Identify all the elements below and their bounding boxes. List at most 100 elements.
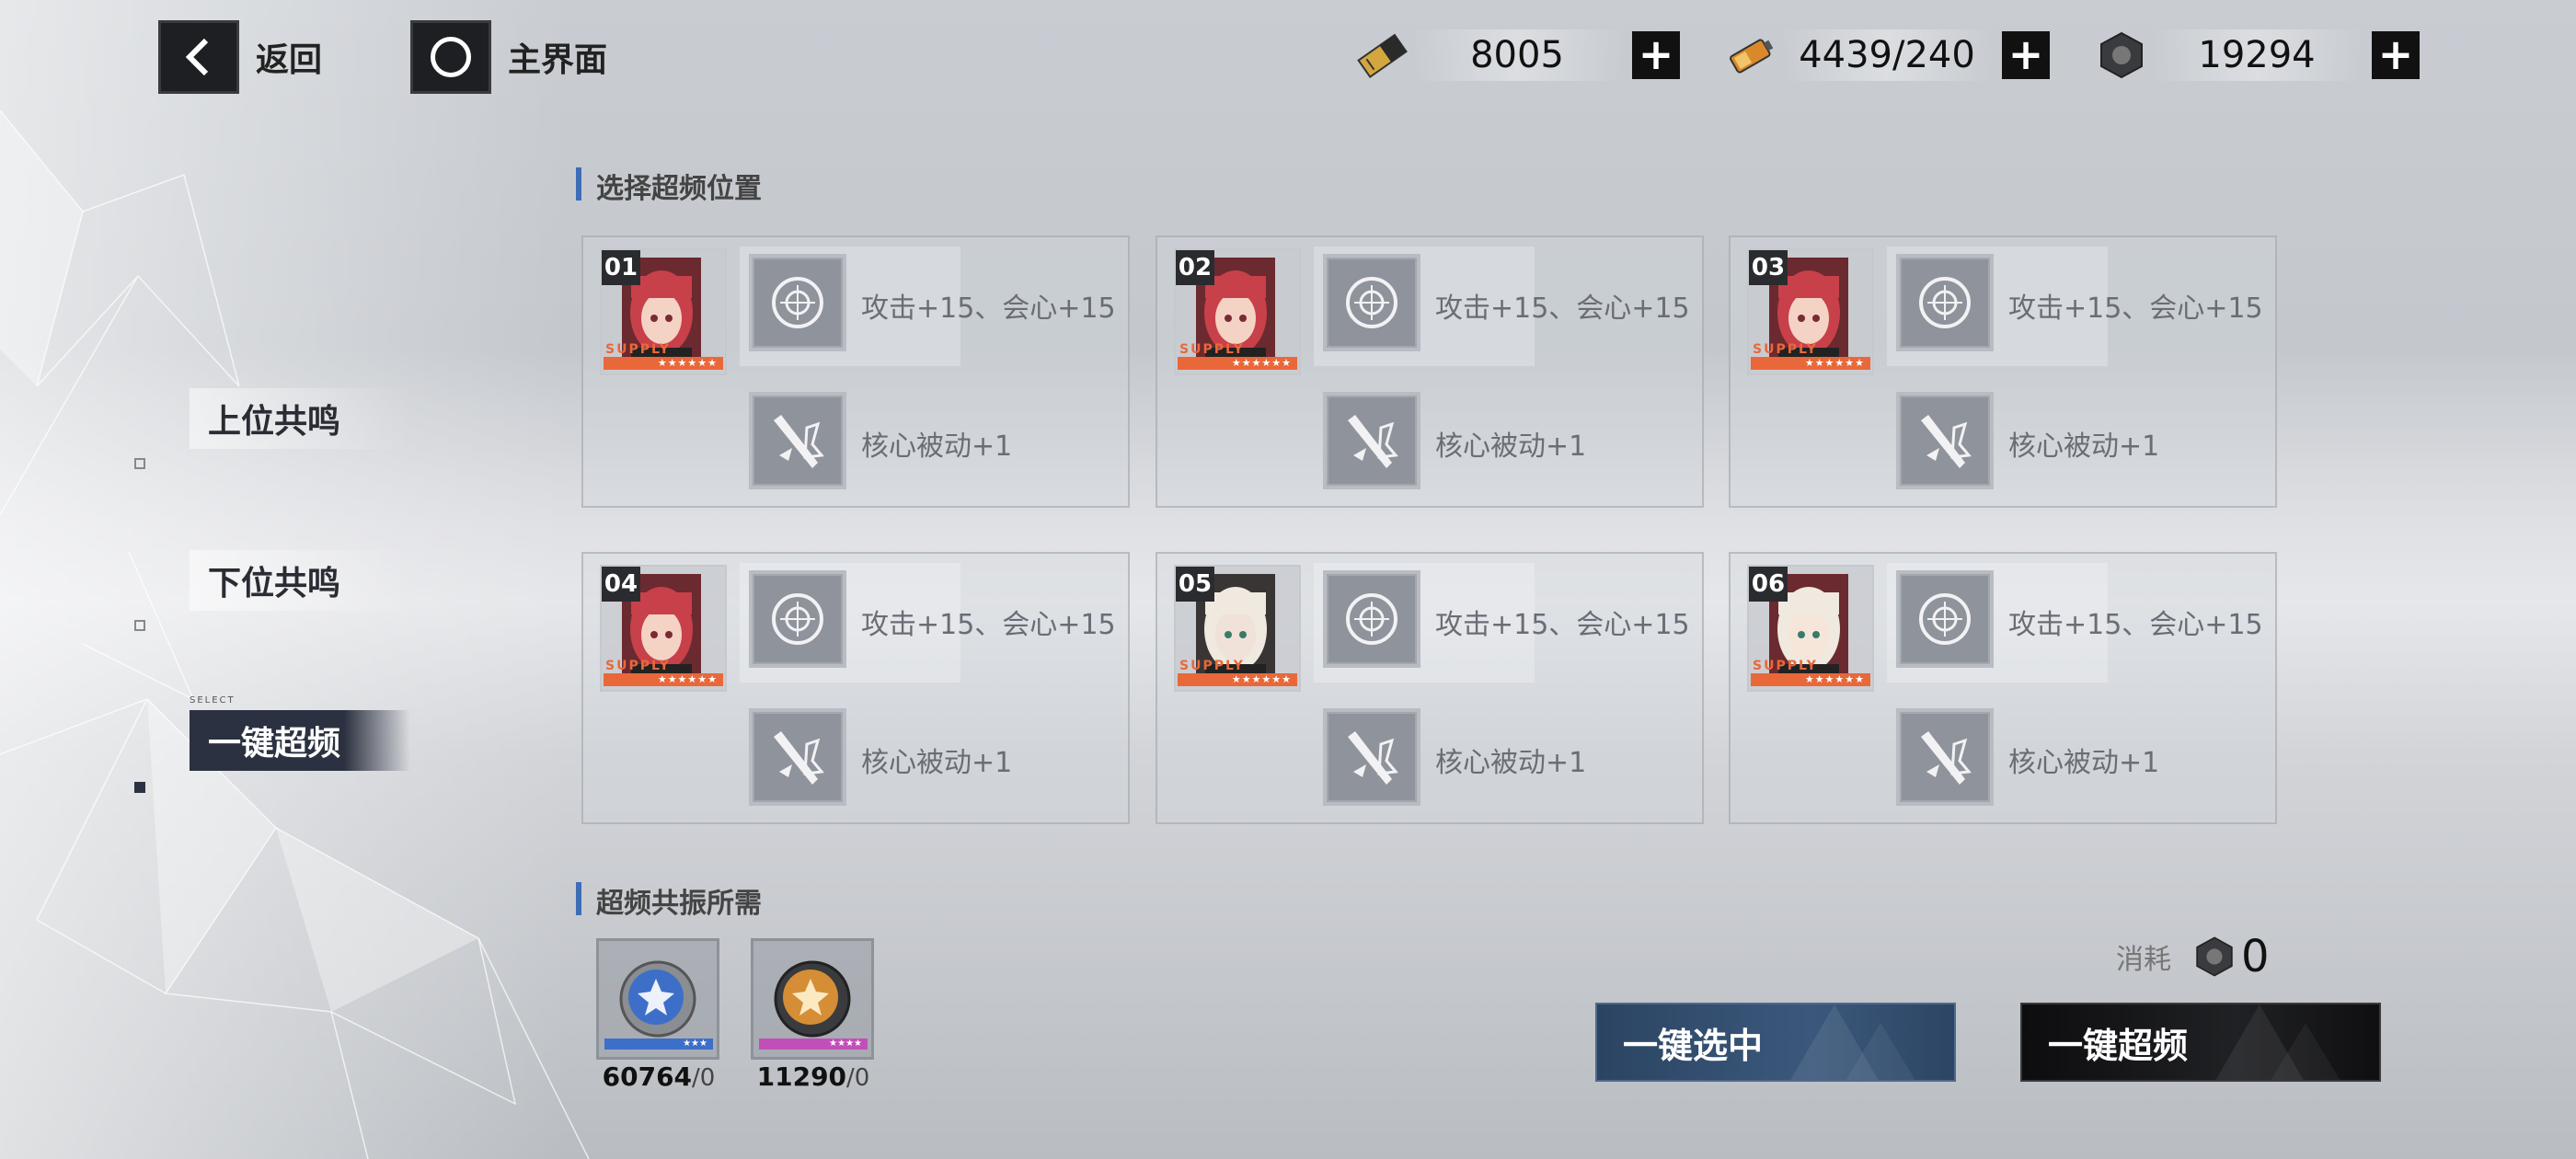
menu-marker-1 bbox=[134, 458, 145, 469]
slot-number: 05 bbox=[1176, 567, 1214, 602]
supply-tag: SUPPLY bbox=[1179, 659, 1245, 673]
cost-display: 消耗 0 bbox=[2116, 931, 2270, 982]
material-blue-chip-box[interactable]: ★★★ bbox=[596, 938, 719, 1060]
menu-item-one-click-overclock[interactable]: 一键超频 bbox=[190, 710, 429, 771]
home-label: 主界面 bbox=[508, 41, 608, 79]
overclock-label: 一键超频 bbox=[2048, 1025, 2189, 1066]
supply-tag: SUPPLY bbox=[1753, 342, 1818, 357]
blade-passive-icon[interactable] bbox=[1323, 708, 1420, 806]
material-owned: 60764 bbox=[602, 1061, 693, 1092]
stat-bonus-text: 攻击+15、会心+15 bbox=[2008, 293, 2263, 325]
crosshair-icon[interactable] bbox=[1896, 254, 1994, 351]
menu-marker-2 bbox=[134, 620, 145, 631]
slot-number: 02 bbox=[1176, 250, 1214, 285]
material-owned: 11290 bbox=[756, 1061, 847, 1092]
nut-icon bbox=[2190, 932, 2239, 981]
cost-label: 消耗 bbox=[2116, 944, 2171, 976]
overclock-slot[interactable]: 04 SUPPLY ★★★★★★ 攻击+15、会心+15 核心被动+1 bbox=[581, 552, 1130, 824]
battery-count: 4439/240 bbox=[1781, 29, 1993, 81]
stat-bonus-text: 攻击+15、会心+15 bbox=[861, 609, 1116, 641]
ammo-ticket-count: 8005 bbox=[1411, 29, 1623, 81]
character-portrait[interactable]: 06 SUPPLY ★★★★★★ bbox=[1747, 565, 1874, 692]
home-circle-icon bbox=[410, 20, 491, 94]
stat-bonus-text: 攻击+15、会心+15 bbox=[861, 293, 1116, 325]
nut-icon bbox=[2092, 28, 2151, 83]
button-decoration bbox=[1790, 1004, 1915, 1080]
menu-label: 上位共鸣 bbox=[208, 403, 341, 441]
material-count: 60764/0 bbox=[596, 1061, 721, 1092]
button-decoration bbox=[2215, 1004, 2340, 1080]
material-gold-chip: ★★★★ 11290/0 bbox=[751, 938, 876, 1092]
material-stars: ★★★ bbox=[604, 1039, 713, 1050]
character-portrait[interactable]: 05 SUPPLY ★★★★★★ bbox=[1174, 565, 1301, 692]
material-required: /0 bbox=[692, 1064, 716, 1092]
stat-bonus-text: 攻击+15、会心+15 bbox=[1435, 609, 1690, 641]
resource-battery: 4439/240 + bbox=[1722, 28, 2050, 83]
passive-bonus-text: 核心被动+1 bbox=[2008, 430, 2160, 463]
chevron-left-icon bbox=[158, 20, 239, 94]
passive-bonus-text: 核心被动+1 bbox=[861, 430, 1013, 463]
supply-tag: SUPPLY bbox=[605, 342, 671, 357]
rarity-stars: ★★★★★★ bbox=[1751, 357, 1870, 370]
overclock-slot[interactable]: 03 SUPPLY ★★★★★★ 攻击+15、会心+15 核心被动+1 bbox=[1729, 235, 2277, 508]
crosshair-icon[interactable] bbox=[1896, 570, 1994, 668]
overclock-button[interactable]: 一键超频 bbox=[2020, 1003, 2381, 1082]
crosshair-icon[interactable] bbox=[749, 570, 846, 668]
select-all-button[interactable]: 一键选中 bbox=[1595, 1003, 1956, 1082]
material-blue-chip: ★★★ 60764/0 bbox=[596, 938, 721, 1092]
passive-bonus-text: 核心被动+1 bbox=[1435, 430, 1587, 463]
character-portrait[interactable]: 02 SUPPLY ★★★★★★ bbox=[1174, 248, 1301, 375]
menu-item-lower-resonance[interactable]: 下位共鸣 bbox=[190, 550, 429, 611]
material-stars: ★★★★ bbox=[759, 1039, 868, 1050]
blue-chip-icon bbox=[619, 960, 696, 1038]
rarity-stars: ★★★★★★ bbox=[604, 673, 723, 686]
slot-number: 01 bbox=[602, 250, 640, 285]
menu-label: 下位共鸣 bbox=[208, 565, 341, 602]
crosshair-icon[interactable] bbox=[749, 254, 846, 351]
passive-bonus-text: 核心被动+1 bbox=[861, 747, 1013, 779]
select-tag: SELECT bbox=[190, 695, 236, 706]
add-nut-button[interactable]: + bbox=[2372, 31, 2420, 79]
back-label: 返回 bbox=[256, 41, 323, 79]
rarity-stars: ★★★★★★ bbox=[1178, 673, 1297, 686]
crosshair-icon[interactable] bbox=[1323, 570, 1420, 668]
section-title-slots: 选择超频位置 bbox=[576, 166, 762, 206]
blade-passive-icon[interactable] bbox=[749, 708, 846, 806]
blade-passive-icon[interactable] bbox=[1323, 392, 1420, 489]
resource-nut: 19294 + bbox=[2092, 28, 2420, 83]
ammo-ticket-icon bbox=[1352, 28, 1411, 83]
overclock-slot[interactable]: 02 SUPPLY ★★★★★★ 攻击+15、会心+15 核心被动+1 bbox=[1156, 235, 1704, 508]
section-title-materials: 超频共振所需 bbox=[576, 880, 762, 921]
crosshair-icon[interactable] bbox=[1323, 254, 1420, 351]
overclock-slot[interactable]: 06 SUPPLY ★★★★★★ 攻击+15、会心+15 核心被动+1 bbox=[1729, 552, 2277, 824]
blade-passive-icon[interactable] bbox=[749, 392, 846, 489]
rarity-stars: ★★★★★★ bbox=[1178, 357, 1297, 370]
battery-icon bbox=[1722, 28, 1781, 83]
gold-chip-icon bbox=[774, 960, 851, 1038]
back-button[interactable]: 返回 bbox=[158, 20, 322, 94]
menu-item-upper-resonance[interactable]: 上位共鸣 bbox=[190, 388, 429, 449]
resource-ammo-ticket: 8005 + bbox=[1352, 28, 1680, 83]
passive-bonus-text: 核心被动+1 bbox=[1435, 747, 1587, 779]
passive-bonus-text: 核心被动+1 bbox=[2008, 747, 2160, 779]
rarity-stars: ★★★★★★ bbox=[604, 357, 723, 370]
blade-passive-icon[interactable] bbox=[1896, 708, 1994, 806]
blade-passive-icon[interactable] bbox=[1896, 392, 1994, 489]
supply-tag: SUPPLY bbox=[1179, 342, 1245, 357]
rarity-stars: ★★★★★★ bbox=[1751, 673, 1870, 686]
material-gold-chip-box[interactable]: ★★★★ bbox=[751, 938, 874, 1060]
material-required: /0 bbox=[846, 1064, 870, 1092]
overclock-slot[interactable]: 05 SUPPLY ★★★★★★ 攻击+15、会心+15 核心被动+1 bbox=[1156, 552, 1704, 824]
add-battery-button[interactable]: + bbox=[2002, 31, 2050, 79]
select-all-label: 一键选中 bbox=[1623, 1025, 1764, 1066]
character-portrait[interactable]: 04 SUPPLY ★★★★★★ bbox=[600, 565, 727, 692]
home-button[interactable]: 主界面 bbox=[410, 20, 607, 94]
add-ammo-ticket-button[interactable]: + bbox=[1632, 31, 1680, 79]
character-portrait[interactable]: 03 SUPPLY ★★★★★★ bbox=[1747, 248, 1874, 375]
overclock-slot[interactable]: 01 SUPPLY ★★★★★★ 攻击+15、会心+15 核心被动+1 bbox=[581, 235, 1130, 508]
supply-tag: SUPPLY bbox=[605, 659, 671, 673]
cost-value: 0 bbox=[2241, 931, 2270, 982]
character-portrait[interactable]: 01 SUPPLY ★★★★★★ bbox=[600, 248, 727, 375]
menu-label: 一键超频 bbox=[208, 725, 341, 763]
slot-number: 04 bbox=[602, 567, 640, 602]
